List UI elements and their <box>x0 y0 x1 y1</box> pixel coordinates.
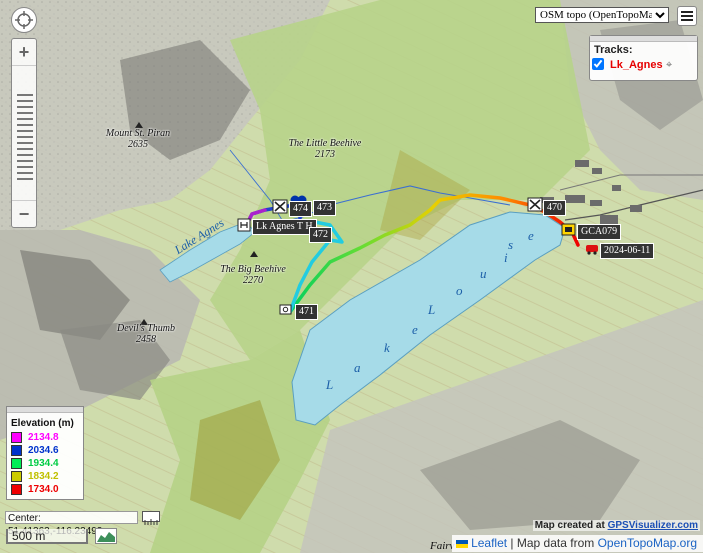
peak-label-little-beehive: The Little Beehive 2173 <box>288 138 362 160</box>
elevation-legend-title: Elevation (m) <box>11 418 74 429</box>
waypoint-label-date[interactable]: 2024-06-11 <box>600 243 655 259</box>
waypoint-label-473[interactable]: 473 <box>313 200 336 216</box>
ukraine-flag-icon <box>455 540 468 548</box>
tracks-panel: Tracks: Lk_Agnes ⌖ <box>589 35 698 81</box>
opentopomap-link[interactable]: OpenTopoMap.org <box>598 536 697 550</box>
tracks-panel-title: Tracks: <box>594 44 633 56</box>
legend-value: 1834.2 <box>28 471 59 482</box>
legend-swatch <box>11 471 22 482</box>
legend-value: 2134.8 <box>28 432 59 443</box>
legend-swatch <box>11 458 22 469</box>
peak-label-big-beehive: The Big Beehive 2270 <box>220 264 286 286</box>
elevation-profile-button[interactable] <box>95 528 117 544</box>
peak-label-mount-st-piran: Mount St. Piran 2635 <box>105 128 171 150</box>
zoom-slider[interactable] <box>17 89 33 189</box>
lake-louise-letter: u <box>480 266 487 281</box>
lake-louise-letter: e <box>528 228 534 243</box>
lake-louise-letter: e <box>412 322 418 337</box>
ruler-icon[interactable] <box>142 511 160 525</box>
camera-icon <box>279 304 292 315</box>
lake-louise-letter: k <box>384 340 390 355</box>
peak-label-devils-thumb: Devil's Thumb 2458 <box>117 323 175 345</box>
lake-louise-letter: L <box>428 302 436 317</box>
waypoint-label-472[interactable]: 472 <box>309 227 332 243</box>
chart-icon <box>97 532 115 542</box>
created-attribution: Map created at GPSVisualizer.com <box>532 520 700 531</box>
legend-swatch <box>11 484 22 495</box>
waypoint-label-470[interactable]: 470 <box>543 200 566 216</box>
track-locate-icon[interactable]: ⌖ <box>666 58 672 72</box>
leaflet-link[interactable]: Leaflet <box>471 536 507 550</box>
waypoint-label-471[interactable]: 471 <box>295 304 318 320</box>
lake-louise-letter: a <box>354 360 361 375</box>
legend-value: 2034.6 <box>28 445 59 456</box>
building-icon <box>237 218 251 232</box>
lake-louise-letter: o <box>456 283 463 298</box>
zoom-in-button[interactable]: + <box>12 39 36 66</box>
legend-row: 1734.0 <box>11 483 83 496</box>
legend-value: 1734.0 <box>28 484 59 495</box>
elevation-legend: Elevation (m) 2134.8 2034.6 1934.4 1834.… <box>6 406 84 500</box>
legend-swatch <box>11 432 22 443</box>
waypoint-label-teahouse[interactable]: Lk Agnes T H <box>252 219 317 235</box>
map-canvas[interactable] <box>0 0 703 553</box>
cross-icon <box>272 199 288 214</box>
lake-louise-letter: L <box>326 377 334 392</box>
legend-row: 2134.8 <box>11 431 83 444</box>
lake-louise-letter: s <box>508 237 514 252</box>
track-name-label[interactable]: Lk_Agnes <box>610 59 663 71</box>
zoom-control: + − <box>11 38 37 228</box>
scale-bar: 500 m <box>6 529 88 544</box>
menu-icon <box>681 11 693 21</box>
cross-icon-2 <box>527 197 543 212</box>
locate-button[interactable] <box>11 7 37 33</box>
cache-icon <box>561 223 576 236</box>
legend-row: 1934.4 <box>11 457 83 470</box>
legend-row: 2034.6 <box>11 444 83 457</box>
map-attribution: Leaflet | Map data from OpenTopoMap.org <box>451 535 703 552</box>
basemap-select[interactable]: OSM topo (OpenTopoMap) <box>535 7 669 23</box>
legend-row: 1834.2 <box>11 470 83 483</box>
layers-menu-button[interactable] <box>677 6 697 26</box>
waypoint-label-cache[interactable]: GCA079 <box>577 224 622 240</box>
legend-swatch <box>11 445 22 456</box>
waypoint-label-474[interactable]: 474 <box>289 201 312 217</box>
track-toggle-checkbox[interactable] <box>592 58 604 70</box>
crosshair-icon <box>15 11 33 29</box>
center-readout: Center: 51.41363,-116.23492 <box>5 511 138 537</box>
gpsvisualizer-link[interactable]: GPSVisualizer.com <box>608 520 698 531</box>
zoom-out-button[interactable]: − <box>12 200 36 227</box>
legend-value: 1934.4 <box>28 458 59 469</box>
